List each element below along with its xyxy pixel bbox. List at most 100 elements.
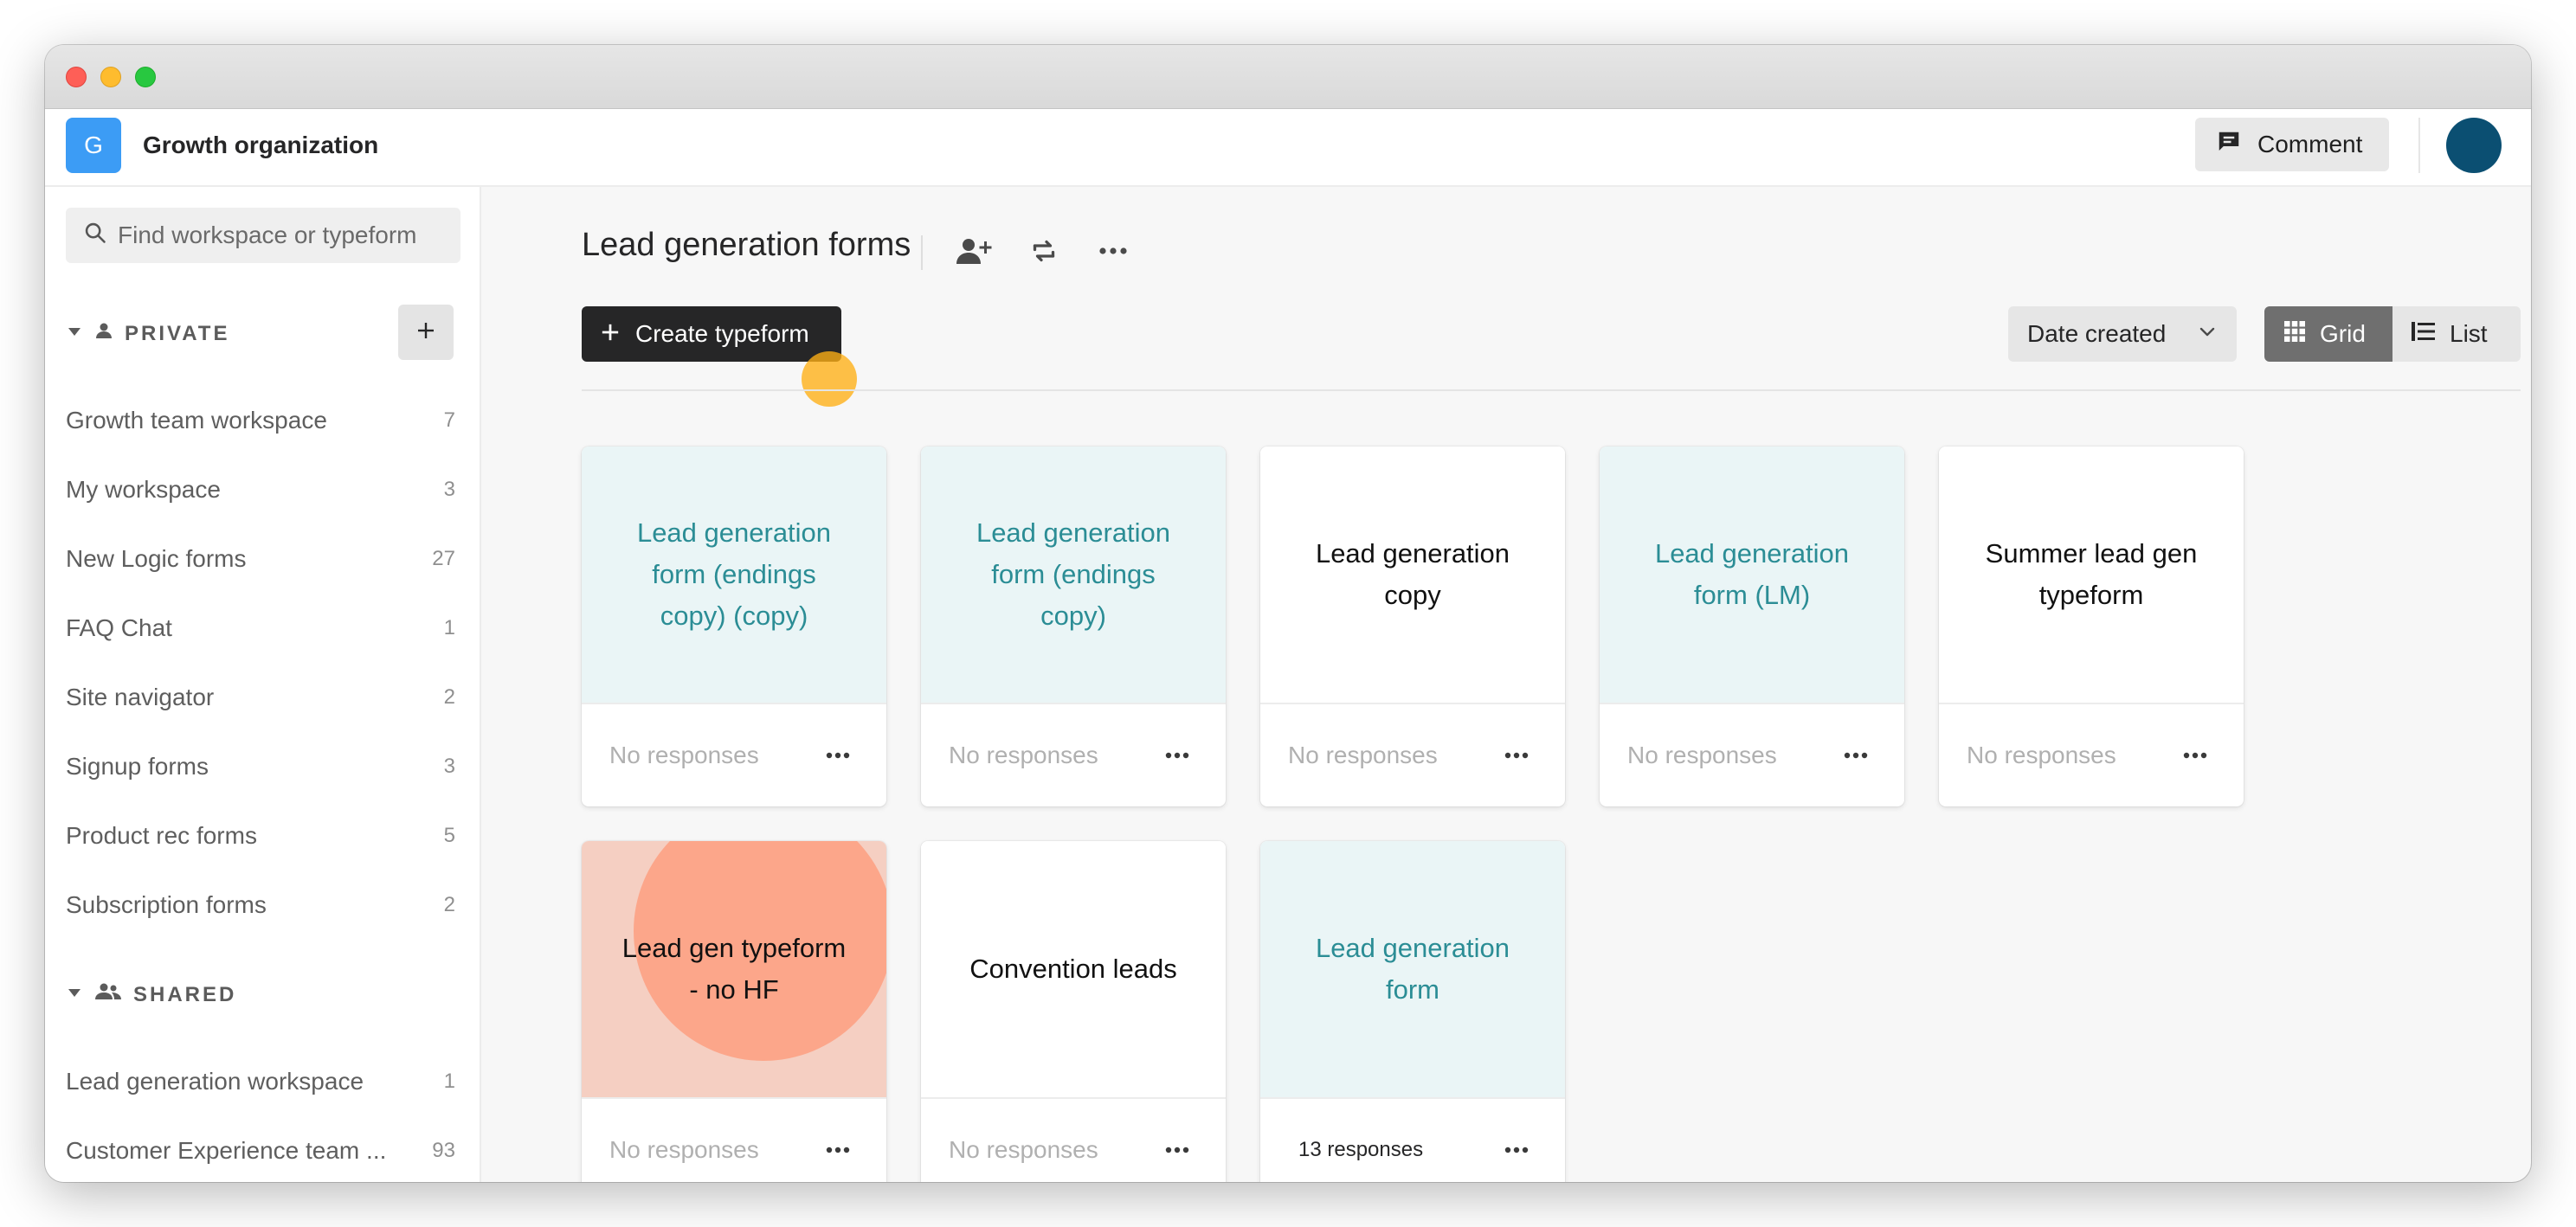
org-badge[interactable]: G bbox=[66, 118, 121, 173]
shared-section-header[interactable]: SHARED bbox=[66, 981, 236, 1008]
typeform-card[interactable]: Lead generation form 13 responses bbox=[1260, 841, 1565, 1182]
card-cover[interactable]: Lead generation form (LM) bbox=[1600, 446, 1904, 703]
add-workspace-button[interactable] bbox=[398, 305, 454, 360]
sidebar-item-customer-experience-team[interactable]: Customer Experience team ... 93 bbox=[66, 1127, 455, 1175]
card-responses[interactable]: No responses bbox=[1288, 742, 1438, 769]
plus-icon bbox=[415, 320, 436, 345]
page-title[interactable]: Lead generation forms bbox=[582, 227, 911, 264]
sidebar-item-product-rec-forms[interactable]: Product rec forms 5 bbox=[66, 812, 455, 860]
top-bar: G Growth organization Comment bbox=[45, 109, 2531, 187]
avatar[interactable] bbox=[2446, 118, 2502, 173]
card-footer: No responses bbox=[1260, 703, 1565, 806]
list-view-label: List bbox=[2450, 320, 2488, 347]
topbar-divider bbox=[2418, 118, 2420, 173]
main-content: Lead generation forms Create typeform Da… bbox=[481, 187, 2531, 1182]
typeform-card[interactable]: Convention leads No responses bbox=[921, 841, 1226, 1182]
close-window-button[interactable] bbox=[66, 67, 87, 87]
search-icon bbox=[83, 221, 107, 251]
private-section-header[interactable]: PRIVATE bbox=[66, 320, 229, 347]
sidebar-item-label: New Logic forms bbox=[66, 545, 247, 572]
sidebar-item-label: Product rec forms bbox=[66, 822, 257, 849]
typeform-card[interactable]: Lead generation form (endings copy) (cop… bbox=[582, 446, 886, 806]
more-options-icon[interactable] bbox=[2174, 735, 2216, 776]
sidebar-item-label: Subscription forms bbox=[66, 891, 267, 918]
more-options-icon[interactable] bbox=[1496, 1129, 1537, 1171]
card-cover[interactable]: Lead generation form bbox=[1260, 841, 1565, 1097]
more-options-icon[interactable] bbox=[1156, 735, 1198, 776]
card-cover[interactable]: Lead generation copy bbox=[1260, 446, 1565, 703]
comment-label: Comment bbox=[2257, 131, 2363, 157]
create-typeform-button[interactable]: Create typeform bbox=[582, 306, 841, 362]
card-footer: 13 responses bbox=[1260, 1097, 1565, 1182]
cursor-indicator bbox=[802, 351, 857, 407]
typeform-card[interactable]: Lead generation form (endings copy) No r… bbox=[921, 446, 1226, 806]
card-responses[interactable]: No responses bbox=[609, 1136, 759, 1164]
minimize-window-button[interactable] bbox=[100, 67, 121, 87]
grid-view-button[interactable]: Grid bbox=[2264, 306, 2392, 362]
card-footer: No responses bbox=[1600, 703, 1904, 806]
typeform-card[interactable]: Lead generation copy No responses bbox=[1260, 446, 1565, 806]
caret-down-icon[interactable] bbox=[66, 322, 83, 346]
main-divider bbox=[582, 389, 2521, 391]
sidebar-item-count: 2 bbox=[443, 685, 455, 709]
search-input[interactable]: Find workspace or typeform bbox=[66, 208, 460, 263]
sidebar: Find workspace or typeform PRIVATE Growt… bbox=[45, 187, 481, 1182]
more-options-icon[interactable] bbox=[1835, 735, 1877, 776]
sidebar-item-count: 27 bbox=[432, 547, 455, 570]
sidebar-item-label: Customer Experience team ... bbox=[66, 1137, 387, 1164]
card-cover[interactable]: Summer lead gen typeform bbox=[1939, 446, 2244, 703]
sidebar-item-signup-forms[interactable]: Signup forms 3 bbox=[66, 742, 455, 791]
card-title: Convention leads bbox=[969, 954, 1177, 984]
more-options-icon[interactable] bbox=[1156, 1129, 1198, 1171]
grid-icon bbox=[2283, 320, 2306, 349]
card-responses[interactable]: No responses bbox=[1967, 742, 2116, 769]
sidebar-item-label: Growth team workspace bbox=[66, 407, 327, 434]
list-icon bbox=[2412, 320, 2436, 348]
sidebar-item-lead-generation-workspace[interactable]: Lead generation workspace 1 bbox=[66, 1057, 455, 1106]
card-responses[interactable]: 13 responses bbox=[1288, 1138, 1423, 1162]
sidebar-item-label: Lead generation workspace bbox=[66, 1068, 364, 1095]
typeform-card[interactable]: Lead generation form (LM) No responses bbox=[1600, 446, 1904, 806]
card-footer: No responses bbox=[582, 703, 886, 806]
card-cover[interactable]: Lead generation form (endings copy) bbox=[921, 446, 1226, 703]
sidebar-item-my-workspace[interactable]: My workspace 3 bbox=[66, 466, 455, 514]
comment-button[interactable]: Comment bbox=[2195, 118, 2389, 171]
zoom-window-button[interactable] bbox=[135, 67, 156, 87]
title-bar bbox=[45, 45, 2531, 109]
card-responses[interactable]: No responses bbox=[949, 1136, 1098, 1164]
sidebar-item-count: 1 bbox=[443, 616, 455, 639]
sidebar-item-label: My workspace bbox=[66, 476, 221, 503]
invite-user-icon[interactable] bbox=[954, 230, 995, 272]
card-responses[interactable]: No responses bbox=[1627, 742, 1777, 769]
sidebar-item-site-navigator[interactable]: Site navigator 2 bbox=[66, 673, 455, 722]
card-responses[interactable]: No responses bbox=[949, 742, 1098, 769]
card-title: Summer lead gen typeform bbox=[1985, 538, 2198, 610]
sidebar-item-new-logic-forms[interactable]: New Logic forms 27 bbox=[66, 535, 455, 583]
sidebar-item-count: 1 bbox=[443, 1070, 455, 1093]
card-responses[interactable]: No responses bbox=[609, 742, 759, 769]
card-cover[interactable]: Lead gen typeform - no HF bbox=[582, 841, 886, 1097]
sidebar-item-subscription-forms[interactable]: Subscription forms 2 bbox=[66, 881, 455, 929]
card-cover[interactable]: Lead generation form (endings copy) (cop… bbox=[582, 446, 886, 703]
card-footer: No responses bbox=[921, 703, 1226, 806]
sidebar-item-count: 5 bbox=[443, 824, 455, 847]
more-options-icon[interactable] bbox=[1496, 735, 1537, 776]
plus-icon bbox=[601, 320, 620, 348]
card-footer: No responses bbox=[1939, 703, 2244, 806]
shared-label: SHARED bbox=[133, 982, 237, 1006]
caret-down-icon[interactable] bbox=[66, 983, 83, 1007]
sidebar-item-faq-chat[interactable]: FAQ Chat 1 bbox=[66, 604, 455, 652]
typeform-card[interactable]: Lead gen typeform - no HF No responses bbox=[582, 841, 886, 1182]
sidebar-item-growth-team-workspace[interactable]: Growth team workspace 7 bbox=[66, 396, 455, 445]
typeform-card[interactable]: Summer lead gen typeform No responses bbox=[1939, 446, 2244, 806]
more-options-icon[interactable] bbox=[1092, 230, 1134, 272]
more-options-icon[interactable] bbox=[817, 735, 859, 776]
sidebar-item-count: 7 bbox=[443, 408, 455, 432]
list-view-button[interactable]: List bbox=[2392, 306, 2521, 362]
card-footer: No responses bbox=[582, 1097, 886, 1182]
org-name[interactable]: Growth organization bbox=[143, 132, 378, 159]
card-cover[interactable]: Convention leads bbox=[921, 841, 1226, 1097]
sort-dropdown[interactable]: Date created bbox=[2008, 306, 2237, 362]
more-options-icon[interactable] bbox=[817, 1129, 859, 1171]
move-icon[interactable] bbox=[1023, 230, 1065, 272]
